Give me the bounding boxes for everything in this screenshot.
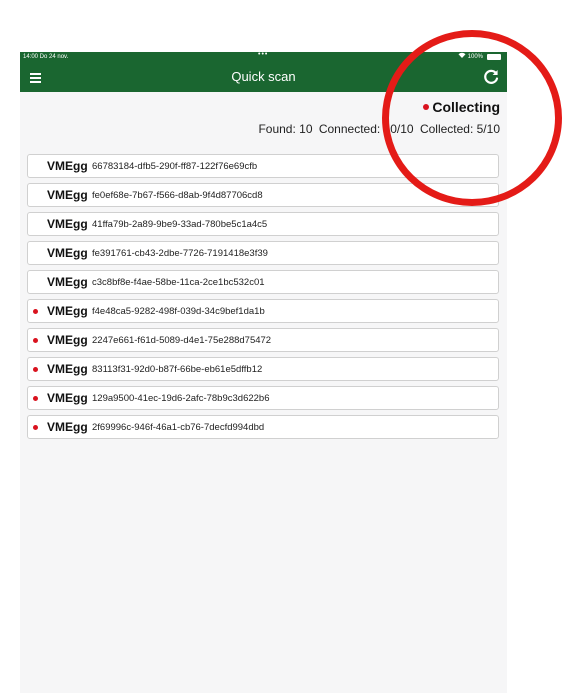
- device-id: 41ffa79b-2a89-9be9-33ad-780be5c1a4c5: [92, 218, 268, 230]
- collecting-indicator-dot: [33, 396, 38, 401]
- device-id: c3c8bf8e-f4ae-58be-11ca-2ce1bc532c01: [92, 276, 265, 288]
- found-count: Found: 10: [258, 122, 313, 136]
- connected-count: Connected: 10/10: [318, 122, 414, 136]
- scan-status-label: Collecting: [432, 99, 500, 115]
- multitasking-dots[interactable]: •••: [258, 52, 268, 60]
- page-title: Quick scan: [231, 69, 296, 84]
- device-row[interactable]: VMEgg 2247e661-f61d-5089-d4e1-75e288d754…: [27, 328, 499, 352]
- device-name: VMEgg: [47, 217, 88, 231]
- device-id: 129a9500-41ec-19d6-2afc-78b9c3d622b6: [92, 392, 270, 404]
- battery-icon: [487, 54, 501, 60]
- device-id: fe0ef68e-7b67-f566-d8ab-9f4d87706cd8: [92, 189, 263, 201]
- device-row[interactable]: VMEgg fe391761-cb43-2dbe-7726-7191418e3f…: [27, 241, 499, 265]
- device-row[interactable]: VMEgg 129a9500-41ec-19d6-2afc-78b9c3d622…: [27, 386, 499, 410]
- app-screen: 14:00 Do 24 nov. ••• 100% Quick scan Col…: [20, 52, 507, 693]
- device-row[interactable]: VMEgg fe0ef68e-7b67-f566-d8ab-9f4d87706c…: [27, 183, 499, 207]
- status-time-date: 14:00 Do 24 nov.: [23, 54, 69, 60]
- device-id: fe391761-cb43-2dbe-7726-7191418e3f39: [92, 247, 268, 259]
- collecting-indicator-dot: [33, 367, 38, 372]
- status-indicator-dot: [423, 104, 430, 110]
- scan-counts: Found: 10 Connected: 10/10 Collected: 5/…: [255, 122, 500, 136]
- device-name: VMEgg: [47, 420, 88, 434]
- status-right: 100%: [458, 52, 501, 62]
- status-bar: 14:00 Do 24 nov. ••• 100%: [20, 52, 507, 62]
- wifi-icon: [458, 52, 466, 62]
- collecting-indicator-dot: [33, 309, 38, 314]
- device-row[interactable]: VMEgg 83113f31-92d0-b87f-66be-eb61e5dffb…: [27, 357, 499, 381]
- device-id: 2247e661-f61d-5089-d4e1-75e288d75472: [92, 334, 272, 346]
- navigation-bar: Quick scan: [20, 62, 507, 92]
- device-row[interactable]: VMEgg 2f69996c-946f-46a1-cb76-7decfd994d…: [27, 415, 499, 439]
- collecting-indicator-dot: [33, 425, 38, 430]
- device-row[interactable]: VMEgg c3c8bf8e-f4ae-58be-11ca-2ce1bc532c…: [27, 270, 499, 294]
- collecting-indicator-dot: [33, 338, 38, 343]
- device-id: 83113f31-92d0-b87f-66be-eb61e5dffb12: [92, 363, 263, 375]
- device-name: VMEgg: [47, 333, 88, 347]
- device-id: 2f69996c-946f-46a1-cb76-7decfd994dbd: [92, 421, 265, 433]
- device-name: VMEgg: [47, 275, 88, 289]
- device-name: VMEgg: [47, 159, 88, 173]
- device-row[interactable]: VMEgg 66783184-dfb5-290f-ff87-122f76e69c…: [27, 154, 499, 178]
- device-name: VMEgg: [47, 188, 88, 202]
- device-name: VMEgg: [47, 362, 88, 376]
- device-name: VMEgg: [47, 304, 88, 318]
- device-list: VMEgg 66783184-dfb5-290f-ff87-122f76e69c…: [27, 154, 499, 444]
- device-name: VMEgg: [47, 246, 88, 260]
- device-name: VMEgg: [47, 391, 88, 405]
- device-id: f4e48ca5-9282-498f-039d-34c9bef1da1b: [92, 305, 265, 317]
- refresh-icon[interactable]: [482, 68, 500, 86]
- device-id: 66783184-dfb5-290f-ff87-122f76e69cfb: [92, 160, 258, 172]
- device-row[interactable]: VMEgg f4e48ca5-9282-498f-039d-34c9bef1da…: [27, 299, 499, 323]
- device-row[interactable]: VMEgg 41ffa79b-2a89-9be9-33ad-780be5c1a4…: [27, 212, 499, 236]
- battery-percent: 100%: [467, 54, 483, 60]
- scan-status: Collecting: [423, 99, 500, 115]
- collected-count: Collected: 5/10: [419, 122, 500, 136]
